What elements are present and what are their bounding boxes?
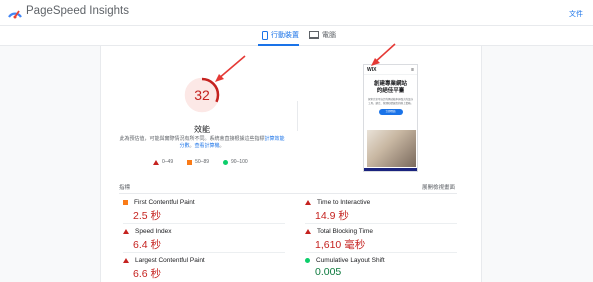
report-card: 32 效能 此為預估值，可能與實際情況有所不同。系統會直接根據這些指標計算效能分…	[100, 46, 482, 282]
top-bar: PageSpeed Insights 文件	[0, 0, 593, 26]
metric-value: 0.005	[315, 266, 342, 278]
preview-cta-button: 立即開始	[378, 109, 403, 115]
triangle-icon	[123, 258, 129, 263]
tab-mobile-label: 行動裝置	[271, 32, 299, 39]
metric-name: Largest Contentful Paint	[135, 257, 205, 264]
score-disclaimer: 此為預估值，可能與實際情況有所不同。系統會直接根據這些指標計算效能分數。查看計算…	[119, 136, 285, 150]
performance-label: 效能	[194, 125, 210, 134]
metric-cls: Cumulative Layout Shift 0.005	[305, 257, 385, 278]
score-legend: 0–49 50–89 90–100	[153, 159, 248, 165]
desktop-icon	[309, 31, 319, 39]
metric-tbt: Total Blocking Time 1,610 毫秒	[305, 228, 373, 252]
circle-icon	[223, 159, 229, 165]
annotation-arrow-preview	[371, 43, 396, 66]
triangle-icon	[305, 229, 311, 234]
metric-row-divider	[305, 223, 457, 224]
circle-icon	[305, 258, 310, 263]
legend-average-label: 50–89	[195, 159, 210, 165]
triangle-icon	[153, 159, 159, 165]
legend-pass-label: 90–100	[231, 159, 248, 165]
annotation-arrow-score	[215, 55, 246, 82]
metric-value: 14.9 秒	[315, 210, 349, 222]
vertical-divider	[297, 101, 298, 131]
phone-icon	[262, 30, 268, 40]
legend-pass: 90–100	[223, 159, 248, 165]
hamburger-menu-icon: ≡	[411, 66, 414, 73]
brand-name[interactable]: PageSpeed Insights	[26, 5, 129, 17]
pagespeed-logo-icon[interactable]	[7, 5, 23, 19]
expand-view-toggle[interactable]: 展開檢視畫面	[422, 183, 455, 191]
page-screenshot-preview[interactable]: WIX ≡ 創建專業網站 的絕佳平臺 探索完全可自訂的網站範本與強大的設計工具，…	[363, 64, 418, 172]
tab-desktop[interactable]: 電腦	[309, 30, 336, 40]
device-tabs: 行動裝置 電腦	[0, 26, 593, 46]
preview-title-line2: 的絕佳平臺	[376, 88, 405, 94]
metric-speed-index: Speed Index 6.4 秒	[123, 228, 172, 252]
metric-name: Total Blocking Time	[317, 228, 373, 235]
legend-average: 50–89	[187, 159, 209, 165]
metric-value: 6.4 秒	[133, 239, 162, 251]
metric-value: 6.6 秒	[133, 268, 162, 280]
metric-row-divider	[123, 252, 285, 253]
metric-tti: Time to Interactive 14.9 秒	[305, 199, 370, 223]
metric-name: Time to Interactive	[317, 199, 371, 206]
tab-mobile[interactable]: 行動裝置	[262, 30, 299, 40]
metric-lcp: Largest Contentful Paint 6.6 秒	[123, 257, 205, 281]
legend-fail-label: 0–49	[162, 159, 174, 165]
metric-value: 1,610 毫秒	[315, 239, 366, 251]
square-icon	[123, 200, 128, 205]
square-icon	[187, 159, 193, 165]
preview-title: 創建專業網站 的絕佳平臺	[364, 81, 417, 95]
preview-title-line1: 創建專業網站	[373, 81, 407, 87]
metric-fcp: First Contentful Paint 2.5 秒	[123, 199, 195, 223]
disclaimer-text-3: 。	[219, 143, 225, 149]
preview-subtitle: 探索完全可自訂的網站範本與強大的設計工具，建立、管理和發展您的線上業務。	[368, 98, 414, 105]
legend-fail: 0–49	[153, 159, 173, 165]
metric-name: Speed Index	[135, 228, 172, 235]
docs-link[interactable]: 文件	[569, 9, 583, 19]
disclaimer-text: 此為預估值，可能與實際情況有所不同。系統會直接根據這些指標	[119, 136, 265, 142]
preview-bottom-bar	[364, 168, 417, 171]
metrics-heading: 指標	[119, 185, 131, 191]
triangle-icon	[123, 229, 129, 234]
metric-name: First Contentful Paint	[134, 199, 195, 206]
triangle-icon	[305, 200, 311, 205]
metric-name: Cumulative Layout Shift	[316, 257, 385, 264]
metric-row-divider	[123, 223, 285, 224]
metric-value: 2.5 秒	[133, 210, 162, 222]
preview-hero-image	[367, 130, 416, 167]
tab-desktop-label: 電腦	[322, 32, 336, 39]
metric-row-divider	[305, 252, 457, 253]
metrics-divider	[119, 193, 457, 194]
calculator-link[interactable]: 查看計算機	[195, 143, 220, 149]
